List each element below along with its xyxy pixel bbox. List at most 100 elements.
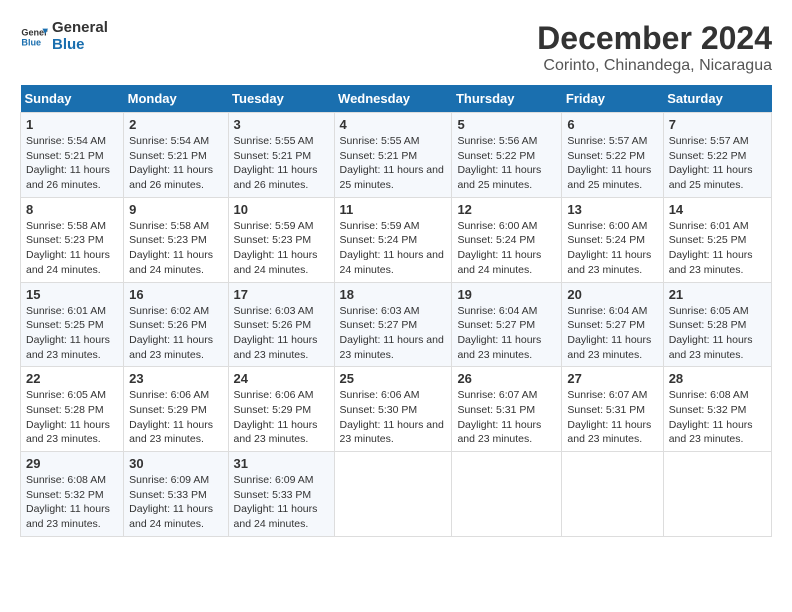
day-info: Sunrise: 6:01 AMSunset: 5:25 PMDaylight:… — [26, 304, 118, 363]
day-number: 7 — [669, 117, 766, 132]
calendar-cell: 18 Sunrise: 6:03 AMSunset: 5:27 PMDaylig… — [334, 282, 452, 367]
calendar-cell: 24 Sunrise: 6:06 AMSunset: 5:29 PMDaylig… — [228, 367, 334, 452]
day-number: 6 — [567, 117, 657, 132]
day-info: Sunrise: 5:54 AMSunset: 5:21 PMDaylight:… — [26, 134, 118, 193]
calendar-cell: 27 Sunrise: 6:07 AMSunset: 5:31 PMDaylig… — [562, 367, 663, 452]
day-number: 22 — [26, 371, 118, 386]
day-number: 24 — [234, 371, 329, 386]
calendar-cell: 11 Sunrise: 5:59 AMSunset: 5:24 PMDaylig… — [334, 197, 452, 282]
calendar-cell: 28 Sunrise: 6:08 AMSunset: 5:32 PMDaylig… — [663, 367, 771, 452]
day-info: Sunrise: 5:59 AMSunset: 5:24 PMDaylight:… — [340, 219, 447, 278]
day-number: 15 — [26, 287, 118, 302]
calendar-cell: 19 Sunrise: 6:04 AMSunset: 5:27 PMDaylig… — [452, 282, 562, 367]
day-number: 16 — [129, 287, 222, 302]
day-number: 27 — [567, 371, 657, 386]
day-number: 28 — [669, 371, 766, 386]
day-info: Sunrise: 6:03 AMSunset: 5:27 PMDaylight:… — [340, 304, 447, 363]
calendar-week-row: 1 Sunrise: 5:54 AMSunset: 5:21 PMDayligh… — [21, 113, 772, 198]
header-friday: Friday — [562, 85, 663, 113]
calendar-cell — [452, 452, 562, 537]
header-sunday: Sunday — [21, 85, 124, 113]
day-info: Sunrise: 6:01 AMSunset: 5:25 PMDaylight:… — [669, 219, 766, 278]
logo: General Blue General Blue — [20, 20, 108, 53]
calendar-cell: 3 Sunrise: 5:55 AMSunset: 5:21 PMDayligh… — [228, 113, 334, 198]
day-info: Sunrise: 6:05 AMSunset: 5:28 PMDaylight:… — [26, 388, 118, 447]
day-number: 14 — [669, 202, 766, 217]
day-number: 5 — [457, 117, 556, 132]
day-number: 2 — [129, 117, 222, 132]
day-number: 30 — [129, 456, 222, 471]
day-number: 17 — [234, 287, 329, 302]
calendar-cell: 23 Sunrise: 6:06 AMSunset: 5:29 PMDaylig… — [124, 367, 228, 452]
calendar-cell: 13 Sunrise: 6:00 AMSunset: 5:24 PMDaylig… — [562, 197, 663, 282]
header-saturday: Saturday — [663, 85, 771, 113]
calendar-cell: 2 Sunrise: 5:54 AMSunset: 5:21 PMDayligh… — [124, 113, 228, 198]
calendar-cell: 9 Sunrise: 5:58 AMSunset: 5:23 PMDayligh… — [124, 197, 228, 282]
header-thursday: Thursday — [452, 85, 562, 113]
calendar-cell — [562, 452, 663, 537]
day-info: Sunrise: 6:06 AMSunset: 5:30 PMDaylight:… — [340, 388, 447, 447]
day-number: 4 — [340, 117, 447, 132]
svg-text:Blue: Blue — [21, 37, 41, 47]
day-number: 10 — [234, 202, 329, 217]
calendar-week-row: 15 Sunrise: 6:01 AMSunset: 5:25 PMDaylig… — [21, 282, 772, 367]
calendar-cell: 22 Sunrise: 6:05 AMSunset: 5:28 PMDaylig… — [21, 367, 124, 452]
calendar-cell: 29 Sunrise: 6:08 AMSunset: 5:32 PMDaylig… — [21, 452, 124, 537]
day-number: 13 — [567, 202, 657, 217]
day-info: Sunrise: 6:08 AMSunset: 5:32 PMDaylight:… — [669, 388, 766, 447]
page-subtitle: Corinto, Chinandega, Nicaragua — [537, 57, 772, 75]
logo-general: General — [52, 20, 108, 37]
day-info: Sunrise: 5:57 AMSunset: 5:22 PMDaylight:… — [567, 134, 657, 193]
calendar-cell: 6 Sunrise: 5:57 AMSunset: 5:22 PMDayligh… — [562, 113, 663, 198]
calendar-cell: 15 Sunrise: 6:01 AMSunset: 5:25 PMDaylig… — [21, 282, 124, 367]
day-number: 12 — [457, 202, 556, 217]
day-number: 18 — [340, 287, 447, 302]
day-info: Sunrise: 6:08 AMSunset: 5:32 PMDaylight:… — [26, 473, 118, 532]
calendar-cell: 8 Sunrise: 5:58 AMSunset: 5:23 PMDayligh… — [21, 197, 124, 282]
calendar-cell: 5 Sunrise: 5:56 AMSunset: 5:22 PMDayligh… — [452, 113, 562, 198]
day-info: Sunrise: 5:54 AMSunset: 5:21 PMDaylight:… — [129, 134, 222, 193]
header-wednesday: Wednesday — [334, 85, 452, 113]
day-number: 8 — [26, 202, 118, 217]
day-number: 31 — [234, 456, 329, 471]
header-tuesday: Tuesday — [228, 85, 334, 113]
calendar-week-row: 22 Sunrise: 6:05 AMSunset: 5:28 PMDaylig… — [21, 367, 772, 452]
day-number: 9 — [129, 202, 222, 217]
day-number: 3 — [234, 117, 329, 132]
day-info: Sunrise: 6:02 AMSunset: 5:26 PMDaylight:… — [129, 304, 222, 363]
day-info: Sunrise: 6:09 AMSunset: 5:33 PMDaylight:… — [234, 473, 329, 532]
day-number: 25 — [340, 371, 447, 386]
day-number: 21 — [669, 287, 766, 302]
calendar-cell: 20 Sunrise: 6:04 AMSunset: 5:27 PMDaylig… — [562, 282, 663, 367]
calendar-cell: 7 Sunrise: 5:57 AMSunset: 5:22 PMDayligh… — [663, 113, 771, 198]
calendar-cell: 1 Sunrise: 5:54 AMSunset: 5:21 PMDayligh… — [21, 113, 124, 198]
day-info: Sunrise: 6:07 AMSunset: 5:31 PMDaylight:… — [457, 388, 556, 447]
day-number: 19 — [457, 287, 556, 302]
calendar-cell: 10 Sunrise: 5:59 AMSunset: 5:23 PMDaylig… — [228, 197, 334, 282]
day-info: Sunrise: 6:00 AMSunset: 5:24 PMDaylight:… — [457, 219, 556, 278]
calendar-header-row: SundayMondayTuesdayWednesdayThursdayFrid… — [21, 85, 772, 113]
day-number: 20 — [567, 287, 657, 302]
day-info: Sunrise: 6:00 AMSunset: 5:24 PMDaylight:… — [567, 219, 657, 278]
day-info: Sunrise: 6:05 AMSunset: 5:28 PMDaylight:… — [669, 304, 766, 363]
day-info: Sunrise: 5:56 AMSunset: 5:22 PMDaylight:… — [457, 134, 556, 193]
day-number: 29 — [26, 456, 118, 471]
calendar-cell: 25 Sunrise: 6:06 AMSunset: 5:30 PMDaylig… — [334, 367, 452, 452]
calendar-cell: 21 Sunrise: 6:05 AMSunset: 5:28 PMDaylig… — [663, 282, 771, 367]
day-number: 23 — [129, 371, 222, 386]
calendar-cell: 26 Sunrise: 6:07 AMSunset: 5:31 PMDaylig… — [452, 367, 562, 452]
day-info: Sunrise: 5:58 AMSunset: 5:23 PMDaylight:… — [129, 219, 222, 278]
day-info: Sunrise: 5:59 AMSunset: 5:23 PMDaylight:… — [234, 219, 329, 278]
day-info: Sunrise: 6:04 AMSunset: 5:27 PMDaylight:… — [457, 304, 556, 363]
calendar-cell: 4 Sunrise: 5:55 AMSunset: 5:21 PMDayligh… — [334, 113, 452, 198]
calendar-table: SundayMondayTuesdayWednesdayThursdayFrid… — [20, 85, 772, 537]
day-number: 11 — [340, 202, 447, 217]
logo-icon: General Blue — [20, 23, 48, 51]
calendar-week-row: 29 Sunrise: 6:08 AMSunset: 5:32 PMDaylig… — [21, 452, 772, 537]
calendar-cell: 12 Sunrise: 6:00 AMSunset: 5:24 PMDaylig… — [452, 197, 562, 282]
page-title: December 2024 — [537, 20, 772, 57]
calendar-cell: 14 Sunrise: 6:01 AMSunset: 5:25 PMDaylig… — [663, 197, 771, 282]
day-info: Sunrise: 5:58 AMSunset: 5:23 PMDaylight:… — [26, 219, 118, 278]
day-number: 26 — [457, 371, 556, 386]
day-info: Sunrise: 5:57 AMSunset: 5:22 PMDaylight:… — [669, 134, 766, 193]
